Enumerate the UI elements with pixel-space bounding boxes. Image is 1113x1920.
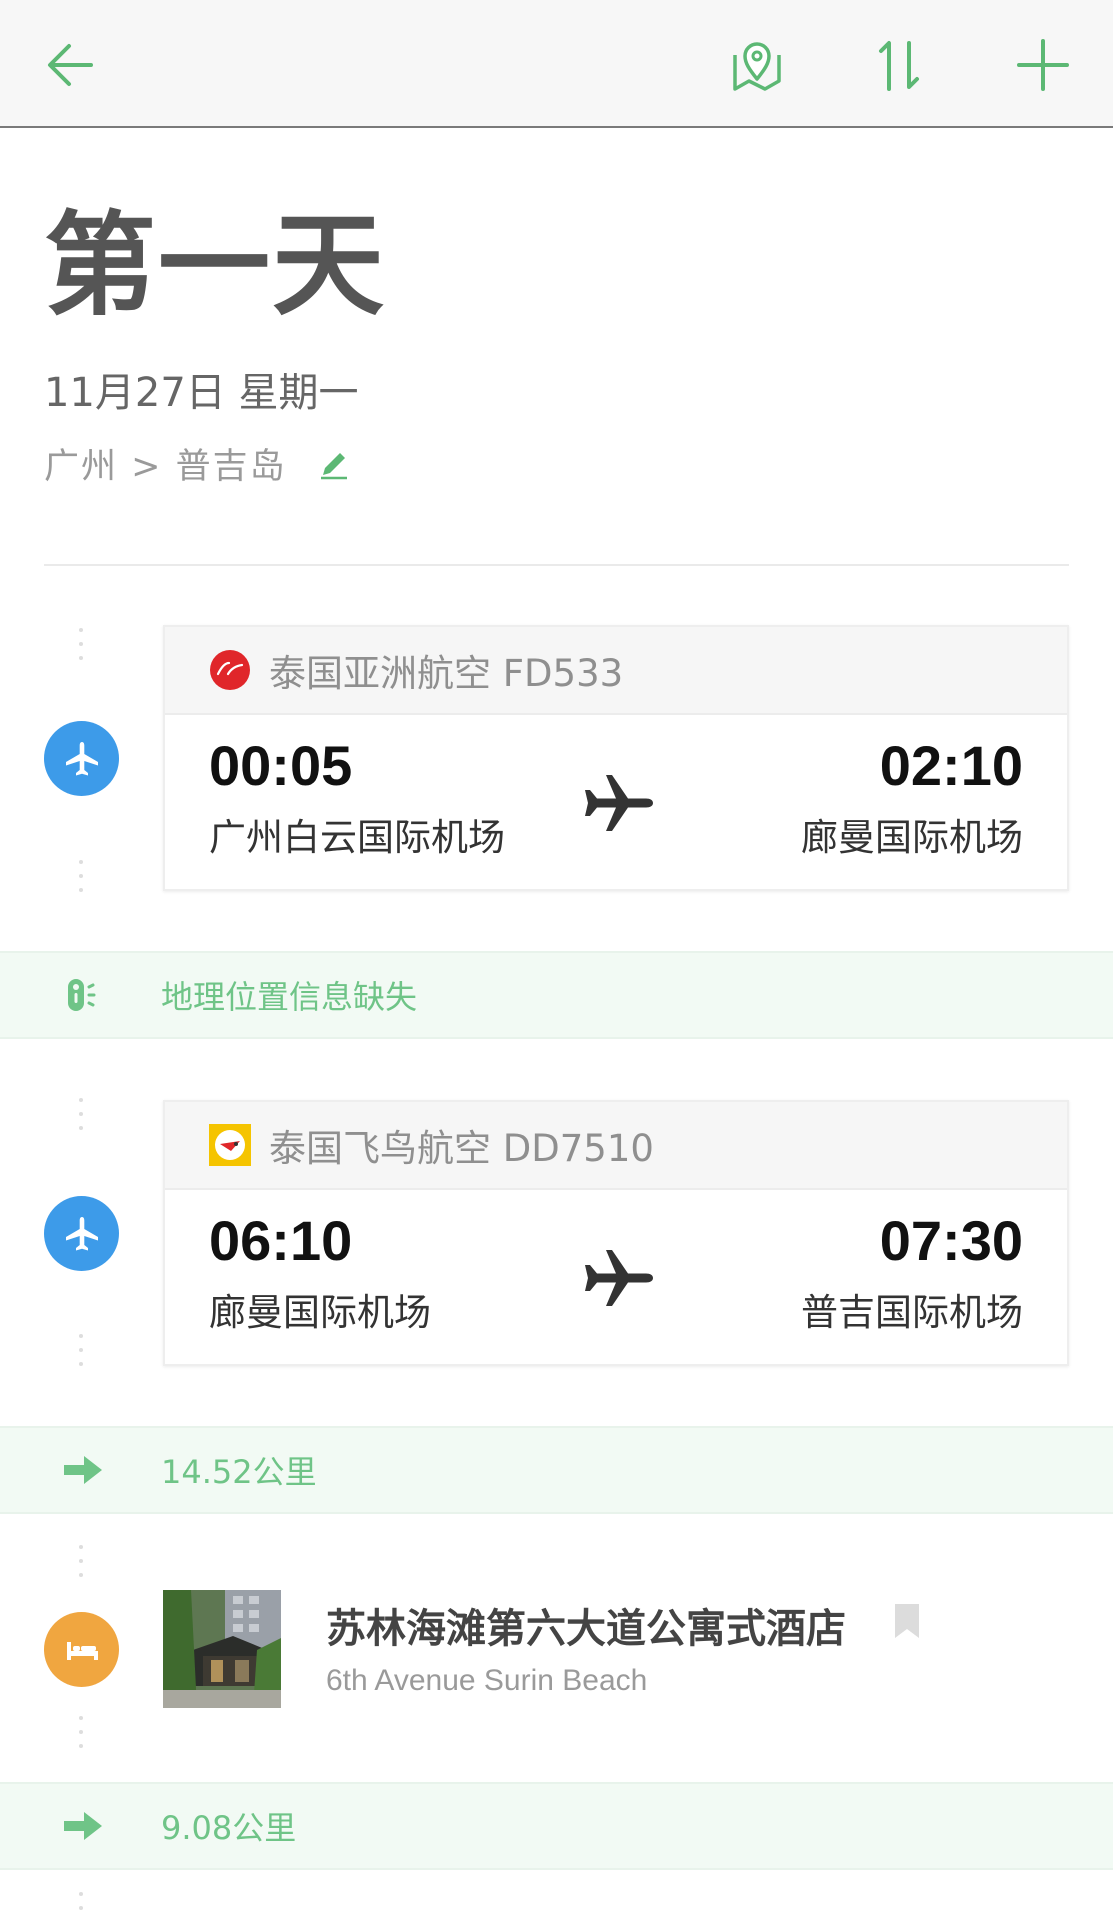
map-pin-icon <box>733 42 781 91</box>
airline-name: 泰国飞鸟航空 DD7510 <box>269 1127 654 1170</box>
arrival-time: 02:10 <box>879 734 1023 797</box>
arrow-right-icon <box>60 1446 108 1494</box>
add-button[interactable] <box>1008 30 1078 100</box>
airplane-icon <box>65 741 98 775</box>
airplane-right-icon <box>585 775 653 831</box>
sort-icon <box>879 41 919 91</box>
date-label: 11月27日 星期一 <box>44 370 359 416</box>
bed-icon <box>66 1641 98 1660</box>
arrival-airport: 普吉国际机场 <box>801 1291 1023 1334</box>
airasia-logo-icon <box>209 649 251 691</box>
notice-text: 地理位置信息缺失 <box>161 978 418 1016</box>
flight-card[interactable]: 泰国亚洲航空 FD533 00:05 广州白云国际机场 02:10 廊曼国际机场 <box>163 625 1069 891</box>
hotel-photo[interactable] <box>163 1590 281 1708</box>
hotel-marker <box>44 1612 119 1687</box>
top-bar <box>0 0 1113 128</box>
nokair-logo-icon <box>209 1124 251 1166</box>
hotel-subtitle: 6th Avenue Surin Beach <box>326 1664 648 1697</box>
plus-icon <box>1017 39 1069 91</box>
header-divider <box>44 564 1069 566</box>
distance-strip[interactable]: 9.08公里 <box>0 1782 1113 1870</box>
back-button[interactable] <box>36 30 106 100</box>
distance-text: 14.52公里 <box>161 1453 317 1491</box>
departure-airport: 廊曼国际机场 <box>209 1291 431 1334</box>
flight-card[interactable]: 泰国飞鸟航空 DD7510 06:10 廊曼国际机场 07:30 普吉国际机场 <box>163 1100 1069 1366</box>
route-line: 广州 > 普吉岛 <box>44 438 351 489</box>
distance-text: 9.08公里 <box>161 1809 297 1847</box>
departure-time: 06:10 <box>209 1209 353 1272</box>
flight-card-header: 泰国亚洲航空 FD533 <box>165 627 1067 715</box>
flight-card-header: 泰国飞鸟航空 DD7510 <box>165 1102 1067 1190</box>
flight-marker <box>44 721 119 796</box>
flight-marker <box>44 1196 119 1271</box>
location-missing-icon <box>58 971 106 1019</box>
arrow-right-icon <box>60 1802 108 1850</box>
edit-route-button[interactable] <box>317 447 351 481</box>
timeline-dots <box>79 1545 83 1587</box>
pencil-icon <box>320 452 347 479</box>
timeline-dots <box>79 1716 83 1758</box>
timeline-dots <box>79 1892 83 1920</box>
departure-airport: 广州白云国际机场 <box>209 816 505 859</box>
location-missing-notice[interactable]: 地理位置信息缺失 <box>0 951 1113 1039</box>
timeline-dots <box>79 1098 83 1140</box>
hotel-name[interactable]: 苏林海滩第六大道公寓式酒店 <box>326 1596 846 1654</box>
timeline-dots <box>79 860 83 902</box>
arrow-left-icon <box>48 44 93 86</box>
airline-name: 泰国亚洲航空 FD533 <box>269 652 624 695</box>
map-button[interactable] <box>722 30 792 100</box>
page-title: 第一天 <box>44 201 386 331</box>
departure-time: 00:05 <box>209 734 353 797</box>
bookmark-icon[interactable] <box>893 1602 921 1640</box>
timeline-dots <box>79 1334 83 1376</box>
distance-strip[interactable]: 14.52公里 <box>0 1426 1113 1514</box>
arrival-time: 07:30 <box>879 1209 1023 1272</box>
airplane-right-icon <box>585 1250 653 1306</box>
timeline-dots <box>79 628 83 670</box>
arrival-airport: 廊曼国际机场 <box>801 816 1023 859</box>
route-label: 广州 > 普吉岛 <box>44 447 287 487</box>
sort-button[interactable] <box>864 30 934 100</box>
airplane-icon <box>65 1216 98 1250</box>
